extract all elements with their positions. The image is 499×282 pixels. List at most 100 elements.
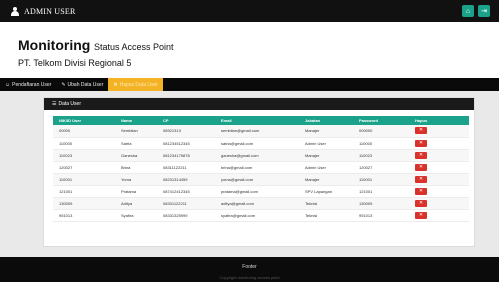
cell-nama: Syafira xyxy=(115,209,157,222)
footer-title: Footer xyxy=(242,264,257,270)
cell-password: 110000 xyxy=(353,137,409,150)
cell-hapus: ✕ xyxy=(409,197,469,210)
cell-cp: 087412412345 xyxy=(157,185,215,198)
footer-subtitle: Copyright monitoring access point xyxy=(219,275,280,280)
cell-cp: 0892131X xyxy=(157,125,215,138)
delete-button[interactable]: ✕ xyxy=(415,139,427,147)
cell-hapus: ✕ xyxy=(409,173,469,186)
nav-item-label: Pendaftaran User xyxy=(12,81,52,88)
cell-hapus: ✕ xyxy=(409,161,469,174)
delete-button[interactable]: ✕ xyxy=(415,127,427,135)
pencil-icon: ✎ xyxy=(61,81,66,88)
x-icon: ✕ xyxy=(418,163,424,170)
col-header: Nama xyxy=(121,118,132,123)
cell-hapus: ✕ xyxy=(409,125,469,138)
cell-password: 110023 xyxy=(353,149,409,162)
delete-button[interactable]: ✕ xyxy=(415,187,427,195)
cell-hapus: ✕ xyxy=(409,149,469,162)
cell-nik: 130009 xyxy=(53,197,115,210)
cell-cp: 081234179878 xyxy=(157,149,215,162)
cell-nama: Yoma xyxy=(115,173,157,186)
table-header-row: NIK/ID User Nama CP Email Jabatan Passwo… xyxy=(53,116,469,125)
cell-nama: Pratama xyxy=(115,185,157,198)
cell-email: syafira@gmail.com xyxy=(215,209,299,222)
cell-jabatan: Admin User xyxy=(299,137,353,150)
cell-nama: Brina xyxy=(115,161,157,174)
nav-item-ubah-data-user[interactable]: ✎ Ubah Data User xyxy=(56,78,108,91)
cell-email: pratama@gmail.com xyxy=(215,185,299,198)
cell-hapus: ✕ xyxy=(409,209,469,222)
table-row: 121001 Pratama 087412412345 pratama@gmai… xyxy=(53,185,469,198)
nav-item-label: Hapus Data User xyxy=(119,81,158,88)
cell-password: 130009 xyxy=(353,197,409,210)
page-footer: Footer Copyright monitoring access point xyxy=(0,257,499,282)
nav-item-hapus-data-user[interactable]: ✖ Hapus Data User xyxy=(108,78,163,91)
cell-nik: 110001 xyxy=(53,173,115,186)
page-title-rest: Status Access Point xyxy=(93,42,174,52)
cell-nik: 951013 xyxy=(53,209,115,222)
cell-email: satria@gmail.com xyxy=(215,137,299,150)
home-button[interactable]: ⌂ xyxy=(462,5,474,17)
cell-nik: 121001 xyxy=(53,185,115,198)
cell-password: 951013 xyxy=(353,209,409,222)
cell-nik: 110023 xyxy=(53,149,115,162)
col-header: NIK/ID User xyxy=(59,118,82,123)
data-user-panel: ☰ Data User NIK/ID User Nama CP Email Ja… xyxy=(43,97,475,247)
cell-jabatan: Teknisi xyxy=(299,197,353,210)
cell-nama: Sembilan xyxy=(115,125,157,138)
x-icon: ✕ xyxy=(418,199,424,206)
page-header: Monitoring Status Access Point PT. Telko… xyxy=(18,37,173,68)
cell-nama: Satria xyxy=(115,137,157,150)
table-row: 110023 Ganesha 081234179878 ganesha@gmai… xyxy=(53,149,469,162)
x-icon: ✕ xyxy=(418,175,424,182)
cell-email: ganesha@gmail.com xyxy=(215,149,299,162)
delete-button[interactable]: ✕ xyxy=(415,175,427,183)
cell-jabatan: Teknisi xyxy=(299,209,353,222)
cell-password: 110001 xyxy=(353,173,409,186)
cell-email: aditya@gmail.com xyxy=(215,197,299,210)
x-icon: ✕ xyxy=(418,151,424,158)
table-row: 110001 Yoma 08231314459 yoma@gmail.com M… xyxy=(53,173,469,186)
cell-nik: 00000 xyxy=(53,125,115,138)
top-navbar: ADMIN USER ⌂ ⇥ xyxy=(0,0,499,22)
page-title-bold: Monitoring xyxy=(18,37,91,53)
delete-button[interactable]: ✕ xyxy=(415,163,427,171)
col-header: Hapus xyxy=(415,118,428,123)
delete-button[interactable]: ✕ xyxy=(415,211,427,219)
cell-cp: 08331122211 xyxy=(157,197,215,210)
logout-button[interactable]: ⇥ xyxy=(478,5,490,17)
cell-jabatan: SPV Lapangan xyxy=(299,185,353,198)
table-row: 00000 Sembilan 0892131X sembilan@gmail.c… xyxy=(53,125,469,138)
page-title: Monitoring Status Access Point xyxy=(18,37,173,53)
user-table: NIK/ID User Nama CP Email Jabatan Passwo… xyxy=(53,116,469,222)
cell-email: yoma@gmail.com xyxy=(215,173,299,186)
table-row: 951013 Syafira 08331325999 syafira@gmail… xyxy=(53,209,469,222)
app-title: ADMIN USER xyxy=(24,6,76,16)
cell-cp: 08311122211 xyxy=(157,161,215,174)
app-brand: ADMIN USER xyxy=(10,6,76,16)
cell-nik: 120027 xyxy=(53,161,115,174)
delete-button[interactable]: ✕ xyxy=(415,151,427,159)
trash-icon: ✖ xyxy=(113,81,118,88)
cell-cp: 08331325999 xyxy=(157,209,215,222)
cell-jabatan: Manajer xyxy=(299,173,353,186)
cell-hapus: ✕ xyxy=(409,137,469,150)
x-icon: ✕ xyxy=(418,187,424,194)
nav-item-pendaftaran-user[interactable]: ☺ Pendaftaran User xyxy=(0,78,56,91)
x-icon: ✕ xyxy=(418,211,424,218)
panel-title: Data User xyxy=(58,101,81,107)
delete-button[interactable]: ✕ xyxy=(415,199,427,207)
cell-cp: 081234512345 xyxy=(157,137,215,150)
cell-password: 121001 xyxy=(353,185,409,198)
cell-cp: 08231314459 xyxy=(157,173,215,186)
col-header: CP xyxy=(163,118,169,123)
list-icon: ☰ xyxy=(52,101,57,107)
cell-hapus: ✕ xyxy=(409,185,469,198)
panel-header: ☰ Data User xyxy=(44,98,474,110)
x-icon: ✕ xyxy=(418,139,424,146)
page-subtitle: PT. Telkom Divisi Regional 5 xyxy=(18,58,132,68)
col-header: Jabatan xyxy=(305,118,321,123)
home-icon: ⌂ xyxy=(465,7,471,15)
cell-jabatan: Admin User xyxy=(299,161,353,174)
cell-nik: 110000 xyxy=(53,137,115,150)
